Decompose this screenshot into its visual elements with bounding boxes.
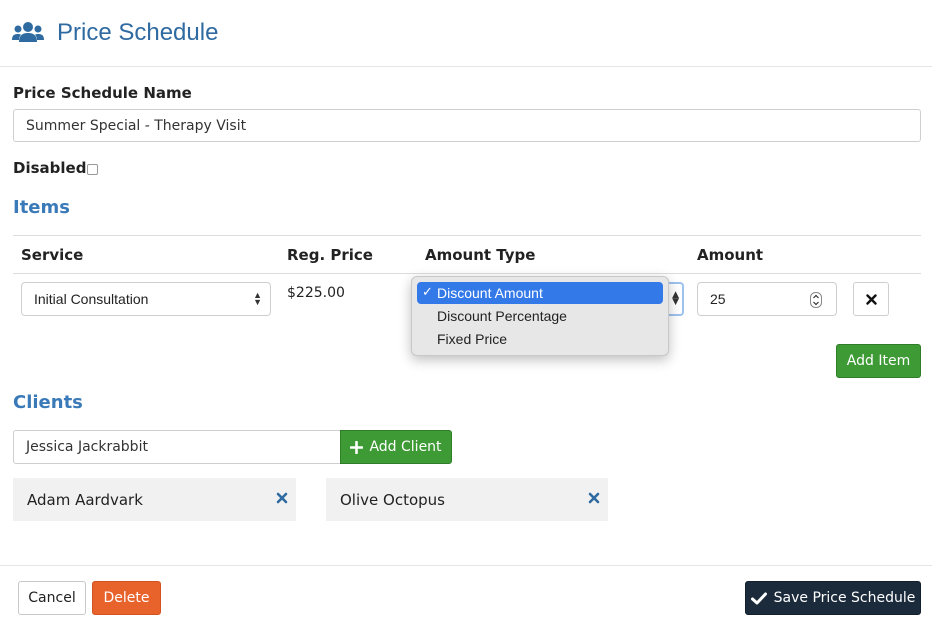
- schedule-name-label: Price Schedule Name: [13, 84, 192, 102]
- clients-section-title: Clients: [13, 392, 83, 413]
- client-name: Adam Aardvark: [27, 490, 143, 509]
- amount-type-option-discount-percentage[interactable]: Discount Percentage: [417, 305, 663, 327]
- client-search-value: Jessica Jackrabbit: [26, 439, 148, 455]
- save-button[interactable]: Save Price Schedule: [745, 581, 921, 615]
- option-label: Discount Amount: [437, 285, 543, 301]
- checkmark-icon: ✓: [422, 284, 433, 299]
- stepper-icon[interactable]: [810, 292, 822, 308]
- amount-type-dropdown: ✓ Discount Amount Discount Percentage Fi…: [411, 276, 669, 356]
- column-header-reg-price: Reg. Price: [287, 246, 373, 264]
- schedule-name-value: Summer Special - Therapy Visit: [26, 117, 247, 134]
- schedule-name-input[interactable]: Summer Special - Therapy Visit: [13, 109, 921, 142]
- footer-divider: [0, 565, 932, 566]
- add-client-button[interactable]: Add Client: [340, 430, 452, 464]
- disabled-label: Disabled: [13, 159, 87, 177]
- amount-input[interactable]: 25: [697, 282, 837, 316]
- option-label: Discount Percentage: [437, 308, 567, 324]
- select-arrows-icon: ▲ ▼: [253, 290, 262, 307]
- cancel-button[interactable]: Cancel: [18, 581, 86, 615]
- amount-type-option-fixed-price[interactable]: Fixed Price: [417, 328, 663, 350]
- client-card: Adam Aardvark: [13, 478, 296, 521]
- column-header-service: Service: [21, 246, 84, 264]
- option-label: Fixed Price: [437, 331, 508, 347]
- table-header-border: [13, 273, 921, 274]
- service-select[interactable]: Initial Consultation ▲ ▼: [21, 282, 271, 316]
- close-icon: [865, 293, 877, 305]
- add-item-button[interactable]: Add Item: [836, 344, 921, 378]
- amount-value: 25: [710, 291, 726, 307]
- add-client-label: Add Client: [369, 439, 442, 455]
- reg-price-value: $225.00: [287, 285, 345, 301]
- service-select-value: Initial Consultation: [34, 291, 149, 307]
- users-icon: [12, 22, 44, 42]
- plus-icon: [350, 440, 364, 454]
- items-section-title: Items: [13, 197, 70, 218]
- remove-client-icon[interactable]: [274, 490, 290, 506]
- client-search-input[interactable]: Jessica Jackrabbit: [13, 430, 341, 464]
- client-name: Olive Octopus: [340, 490, 445, 509]
- client-card: Olive Octopus: [326, 478, 608, 521]
- disabled-checkbox[interactable]: [87, 164, 98, 175]
- column-header-amount-type: Amount Type: [425, 246, 536, 264]
- save-label: Save Price Schedule: [773, 590, 916, 606]
- select-arrows-icon: ▲ ▼: [672, 290, 679, 307]
- table-top-border: [13, 235, 921, 236]
- remove-client-icon[interactable]: [586, 490, 602, 506]
- page-header: Price Schedule: [0, 0, 932, 67]
- page-title: Price Schedule: [57, 19, 219, 46]
- column-header-amount: Amount: [697, 246, 764, 264]
- checkmark-icon: [750, 592, 767, 604]
- amount-type-option-discount-amount[interactable]: ✓ Discount Amount: [417, 282, 663, 304]
- remove-item-button[interactable]: [853, 282, 889, 316]
- delete-button[interactable]: Delete: [92, 581, 161, 615]
